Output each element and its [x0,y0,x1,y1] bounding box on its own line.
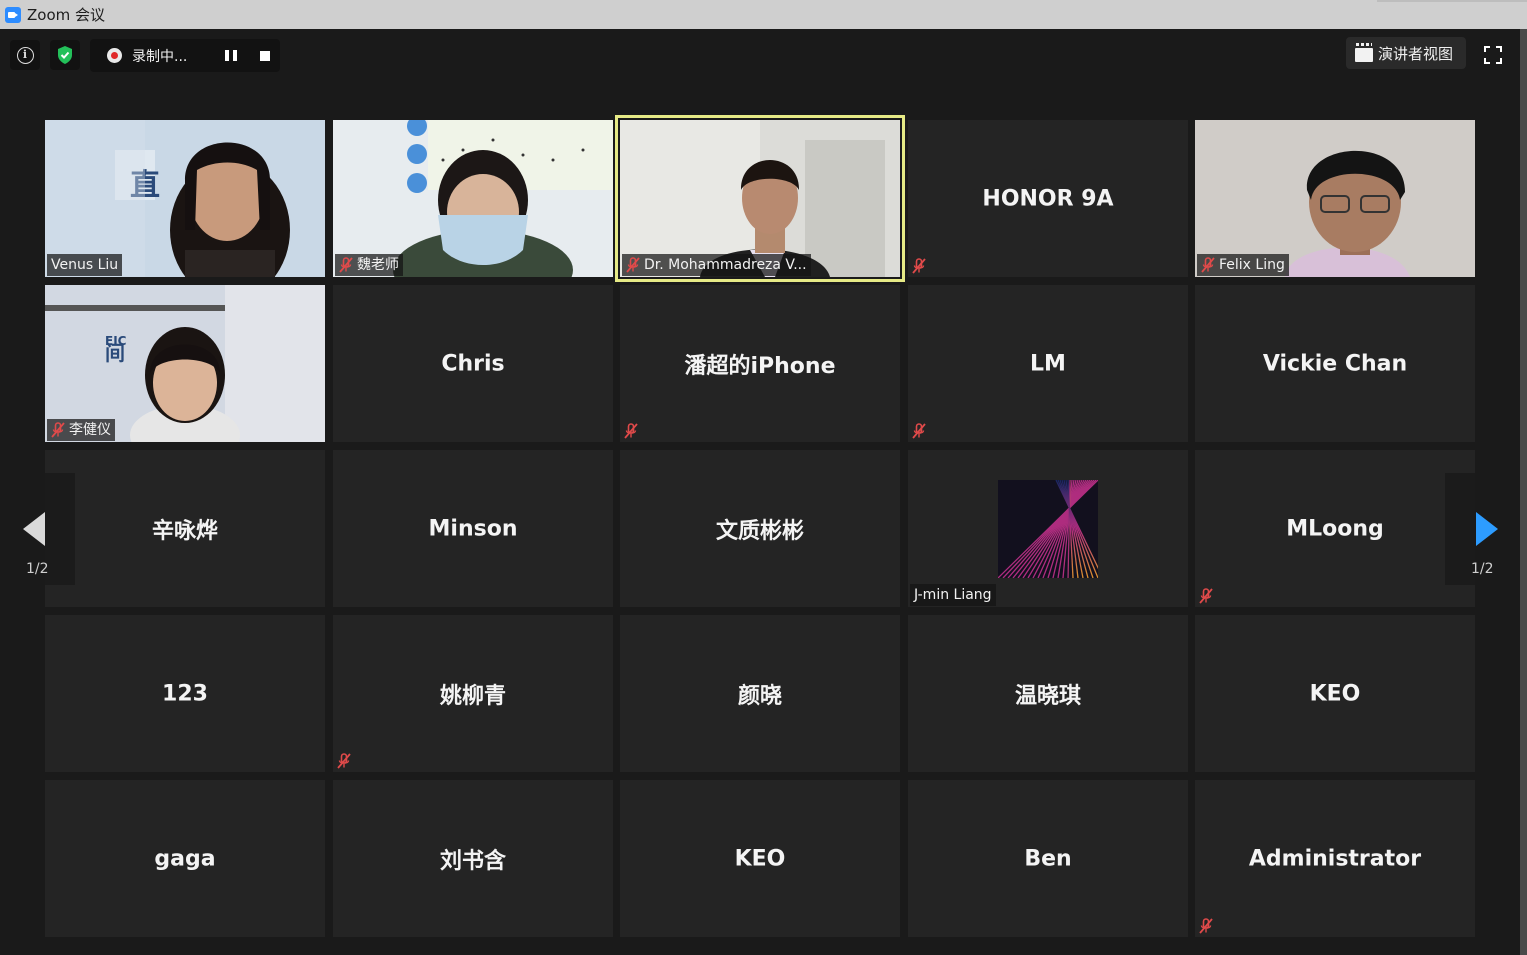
participant-tile[interactable]: gaga [45,780,325,937]
participant-name: MLoong [1286,516,1384,541]
participant-tile[interactable]: Minson [333,450,613,607]
participant-name: 魏老师 [357,257,399,273]
participant-tile[interactable]: LM [908,285,1188,442]
prev-page-button[interactable] [45,473,75,585]
mic-muted-icon [624,423,638,439]
participant-name: 李健仪 [69,422,111,438]
mic-muted-icon [339,257,353,273]
info-icon: i [16,46,34,64]
participant-tile[interactable]: Felix Ling [1195,120,1475,277]
speaker-view-label: 演讲者视图 [1378,44,1454,63]
recording-label: 录制中... [132,48,188,65]
participant-name-label: J-min Liang [910,584,996,606]
meeting-info-button[interactable]: i [10,40,40,70]
participant-name: Administrator [1248,846,1422,871]
participant-name-label: Venus Liu [47,254,123,276]
participant-tile[interactable]: 123 [45,615,325,772]
stop-recording-button[interactable] [260,51,270,61]
page-indicator-left: 1/2 [26,561,49,577]
mic-muted-icon [912,423,926,439]
speaker-view-icon [1355,42,1373,62]
participant-tile[interactable]: Chris [333,285,613,442]
participant-tile[interactable]: J-min Liang [908,450,1188,607]
pause-recording-button[interactable] [225,50,237,62]
participant-name: Ben [1024,846,1072,871]
recording-indicator[interactable]: 录制中... [90,39,280,72]
participant-tile[interactable]: Ben [908,780,1188,937]
participant-tile[interactable]: 辛咏烨 [45,450,325,607]
mic-muted-icon [1201,257,1215,273]
participant-tile[interactable]: 魏老师 [333,120,613,277]
participant-name: Vickie Chan [1262,351,1408,376]
participant-tile[interactable]: 间 EIC 李健仪 [45,285,325,442]
participant-tile[interactable]: 姚柳青 [333,615,613,772]
participant-tile[interactable]: Administrator [1195,780,1475,937]
shield-check-icon [58,46,72,64]
mic-muted-icon [337,753,351,769]
participant-name: J-min Liang [914,587,992,603]
participant-name: gaga [154,846,216,871]
window-title: Zoom 会议 [27,6,106,24]
participant-tile[interactable]: 直 Venus Liu [45,120,325,277]
zoom-logo-icon [5,6,21,23]
fullscreen-button[interactable] [1483,45,1503,65]
participant-tile[interactable]: Vickie Chan [1195,285,1475,442]
participant-name: 123 [162,681,208,706]
svg-text:EIC: EIC [105,334,127,348]
participant-name: KEO [1309,681,1361,706]
mic-muted-icon [1199,918,1213,934]
participant-tile[interactable]: MLoong [1195,450,1475,607]
participant-name: 文质彬彬 [715,518,804,544]
titlebar-edge [1377,0,1527,2]
gallery-grid: 直 Venus Liu 魏老师 Dr. Mohammadreza V... HONOR … [45,115,1475,937]
participant-name-label: 魏老师 [335,254,403,276]
prev-arrow-icon[interactable] [23,512,45,546]
participant-name: Dr. Mohammadreza V... [644,257,807,273]
participant-name: Chris [441,351,505,376]
mic-muted-icon [626,257,640,273]
title-bar: Zoom 会议 [0,0,1527,29]
participant-name: 辛咏烨 [151,518,218,544]
participant-name: Minson [428,516,518,541]
next-arrow-icon[interactable] [1476,512,1498,546]
right-window-edge [1520,29,1527,955]
recording-dot-icon [107,48,122,63]
participant-tile[interactable]: 刘书含 [333,780,613,937]
mic-muted-icon [1199,588,1213,604]
meeting-top-bar: i 录制中... 演讲者视图 [0,29,1527,89]
participant-tile[interactable]: 颜晓 [620,615,900,772]
participant-name: LM [1030,351,1066,376]
participant-tile[interactable]: KEO [1195,615,1475,772]
participant-name: 刘书含 [439,848,506,874]
participant-name: 颜晓 [737,683,782,709]
security-button[interactable] [50,40,80,70]
participant-name: KEO [734,846,786,871]
participant-name: Felix Ling [1219,257,1285,273]
speaker-view-button[interactable]: 演讲者视图 [1346,37,1466,69]
participant-tile[interactable]: KEO [620,780,900,937]
participant-name-label: Dr. Mohammadreza V... [622,254,811,276]
participant-avatar [998,480,1098,578]
page-indicator-right: 1/2 [1471,561,1494,577]
participant-name-label: 李健仪 [47,419,115,441]
participant-name: 姚柳青 [439,683,506,709]
participant-tile[interactable]: 温晓琪 [908,615,1188,772]
participant-name-label: Felix Ling [1197,254,1289,276]
participant-tile[interactable]: Dr. Mohammadreza V... [615,115,905,282]
mic-muted-icon [912,258,926,274]
participant-tile[interactable]: 潘超的iPhone [620,285,900,442]
participant-name: 潘超的iPhone [684,353,836,379]
participant-name: Venus Liu [51,257,119,273]
participant-tile[interactable]: HONOR 9A [908,120,1188,277]
participant-tile[interactable]: 文质彬彬 [620,450,900,607]
participant-name: 温晓琪 [1014,683,1081,709]
participant-name: HONOR 9A [982,186,1114,211]
mic-muted-icon [51,422,65,438]
